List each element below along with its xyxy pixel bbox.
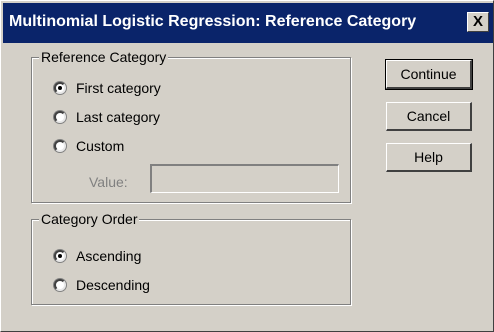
radio-descending[interactable]: Descending <box>54 277 150 293</box>
radio-last-category[interactable]: Last category <box>54 109 160 125</box>
reference-category-label: Reference Category <box>39 49 169 65</box>
ascending-label: Ascending <box>76 248 142 264</box>
category-order-label: Category Order <box>39 211 140 227</box>
radio-button-checked[interactable] <box>54 250 66 262</box>
help-button[interactable]: Help <box>386 143 472 172</box>
descending-label: Descending <box>76 277 150 293</box>
radio-first-category[interactable]: First category <box>54 80 161 96</box>
title-bar[interactable]: Multinomial Logistic Regression: Referen… <box>3 3 493 43</box>
cancel-button[interactable]: Cancel <box>386 102 472 131</box>
first-category-label: First category <box>76 80 161 96</box>
value-label: Value: <box>89 174 128 190</box>
radio-button[interactable] <box>54 279 66 291</box>
radio-custom[interactable]: Custom <box>54 138 124 154</box>
radio-ascending[interactable]: Ascending <box>54 248 141 264</box>
window-title: Multinomial Logistic Regression: Referen… <box>9 13 417 30</box>
value-input[interactable] <box>150 164 339 193</box>
dialog-window: Multinomial Logistic Regression: Referen… <box>0 0 494 332</box>
close-button[interactable]: X <box>467 12 489 32</box>
radio-button[interactable] <box>54 111 66 123</box>
radio-button[interactable] <box>54 140 66 152</box>
custom-label: Custom <box>76 138 125 154</box>
radio-button-checked[interactable] <box>54 82 66 94</box>
last-category-label: Last category <box>76 109 161 125</box>
continue-button[interactable]: Continue <box>385 59 473 90</box>
